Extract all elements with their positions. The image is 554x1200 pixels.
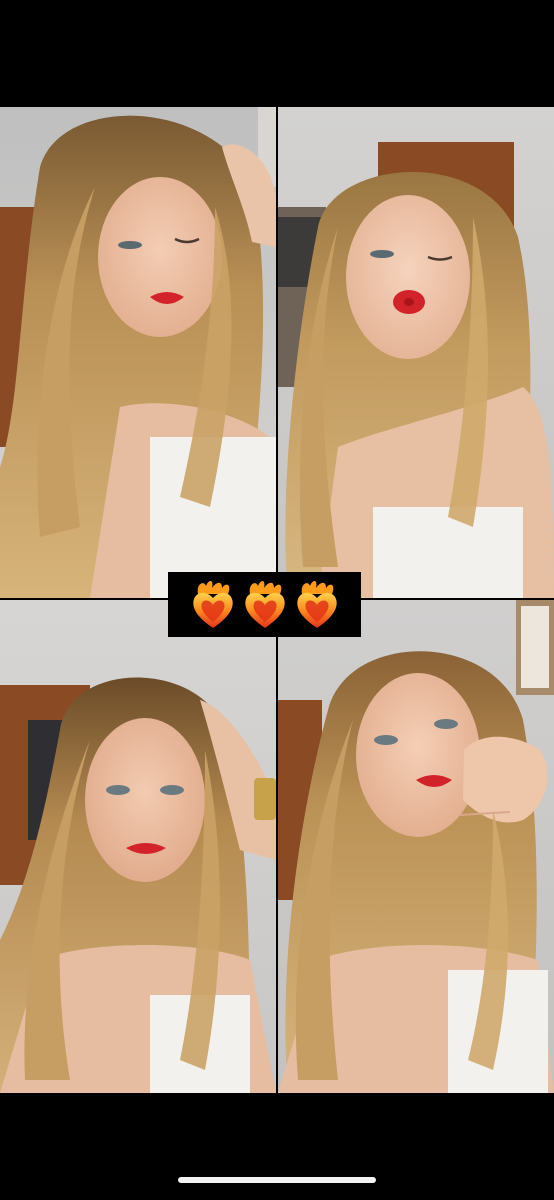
bottom-black-bar: [0, 1093, 554, 1200]
heart-on-fire-icon: [192, 580, 233, 628]
photo-wink: [0, 107, 276, 598]
photo-hand-on-head: [0, 600, 276, 1093]
photo-tile-hand-on-cheek[interactable]: [278, 600, 554, 1093]
photo-kiss: [278, 107, 554, 598]
heart-on-fire-icon: [244, 580, 285, 628]
heart-sticker: [168, 572, 361, 637]
photo-tile-kiss[interactable]: [278, 107, 554, 598]
photo-hand-on-cheek: [278, 600, 554, 1093]
photo-tile-hand-on-head[interactable]: [0, 600, 276, 1093]
photo-tile-wink[interactable]: [0, 107, 276, 598]
top-black-bar: [0, 0, 554, 107]
heart-on-fire-icon: [296, 580, 337, 628]
home-indicator[interactable]: [178, 1177, 376, 1183]
